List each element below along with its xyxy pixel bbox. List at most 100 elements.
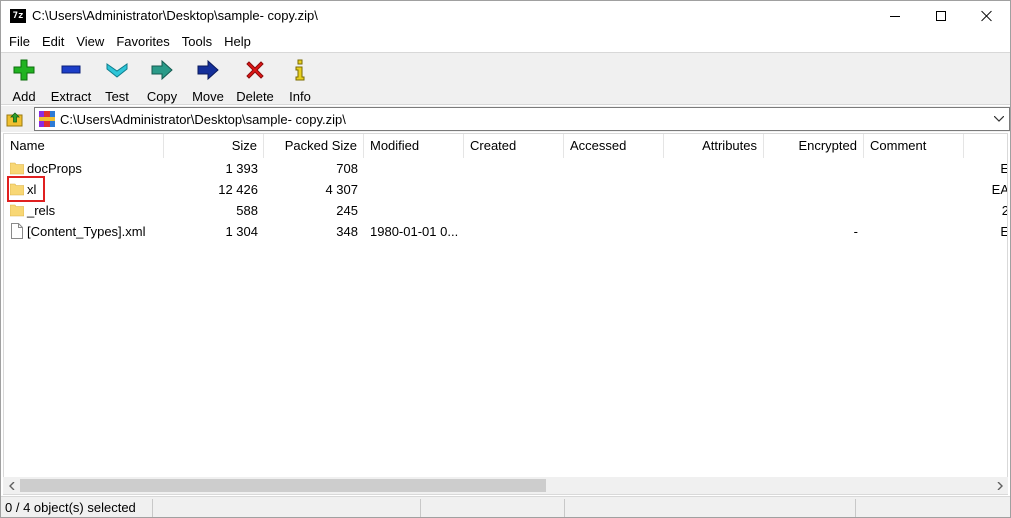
column-header-packed-size[interactable]: Packed Size xyxy=(264,134,364,158)
test-label: Test xyxy=(105,89,129,104)
move-button[interactable]: Move xyxy=(190,56,226,104)
status-bar: 0 / 4 object(s) selected xyxy=(1,496,1010,517)
info-label: Info xyxy=(289,89,311,104)
file-encrypted xyxy=(764,200,864,221)
address-path: C:\Users\Administrator\Desktop\sample- c… xyxy=(60,111,346,127)
minus-icon xyxy=(59,58,83,82)
column-header-size[interactable]: Size xyxy=(164,134,264,158)
column-header-comment[interactable]: Comment xyxy=(864,134,964,158)
info-icon xyxy=(288,58,312,82)
folder-icon xyxy=(10,183,24,196)
address-bar[interactable]: C:\Users\Administrator\Desktop\sample- c… xyxy=(34,107,1010,131)
archive-icon xyxy=(39,111,55,127)
address-dropdown-button[interactable] xyxy=(992,112,1006,126)
file-size: 588 xyxy=(236,203,258,218)
scroll-right-button[interactable] xyxy=(991,477,1008,494)
info-button[interactable]: Info xyxy=(287,56,313,104)
table-row[interactable]: docProps 1 393 708 E xyxy=(4,158,1007,179)
column-header-name[interactable]: Name xyxy=(4,134,164,158)
menu-file[interactable]: File xyxy=(3,31,36,52)
file-name: _rels xyxy=(27,203,56,218)
file-packed-size: 245 xyxy=(336,203,358,218)
file-modified xyxy=(364,200,464,221)
copy-label: Copy xyxy=(146,89,178,104)
extract-label: Extract xyxy=(50,89,92,104)
file-modified: 1980-01-01 0... xyxy=(370,224,459,239)
copy-button[interactable]: Copy xyxy=(145,56,179,104)
chevron-left-icon xyxy=(8,481,14,490)
move-arrow-icon xyxy=(196,58,220,82)
menu-edit[interactable]: Edit xyxy=(36,31,70,52)
column-header-encrypted[interactable]: Encrypted xyxy=(764,134,864,158)
test-button[interactable]: Test xyxy=(101,56,133,104)
status-divider xyxy=(855,499,856,517)
column-header-created[interactable]: Created xyxy=(464,134,564,158)
status-text: 0 / 4 object(s) selected xyxy=(5,500,136,515)
table-row[interactable]: [Content_Types].xml 1 304 348 1980-01-01… xyxy=(4,221,1007,242)
table-row[interactable]: _rels 588 245 2 xyxy=(4,200,1007,221)
add-label: Add xyxy=(12,89,36,104)
check-chevron-icon xyxy=(105,58,129,82)
file-encrypted xyxy=(764,158,864,179)
column-header-attributes[interactable]: Attributes xyxy=(664,134,764,158)
file-encrypted: - xyxy=(853,224,858,239)
file-icon xyxy=(11,223,23,239)
column-header-overflow[interactable] xyxy=(964,134,1007,158)
file-name: [Content_Types].xml xyxy=(27,224,146,239)
app-window: 7z C:\Users\Administrator\Desktop\sample… xyxy=(0,0,1011,518)
column-header-modified[interactable]: Modified xyxy=(364,134,464,158)
file-overflow-value: E xyxy=(980,221,1007,242)
menu-view[interactable]: View xyxy=(70,31,110,52)
move-label: Move xyxy=(192,89,224,104)
extract-button[interactable]: Extract xyxy=(48,56,94,104)
menu-favorites[interactable]: Favorites xyxy=(110,31,175,52)
table-row[interactable]: xl 12 426 4 307 EA xyxy=(4,179,1008,200)
file-modified xyxy=(364,158,464,179)
file-name: docProps xyxy=(27,161,82,176)
file-overflow-value: 2 xyxy=(980,200,1007,221)
file-encrypted xyxy=(764,179,864,200)
horizontal-scrollbar[interactable] xyxy=(3,477,1008,494)
file-size: 1 393 xyxy=(225,161,258,176)
scroll-left-button[interactable] xyxy=(3,477,20,494)
plus-icon xyxy=(12,58,36,82)
minimize-button[interactable] xyxy=(872,1,918,31)
menu-tools[interactable]: Tools xyxy=(176,31,218,52)
file-list[interactable]: Name Size Packed Size Modified Created A… xyxy=(3,133,1008,495)
file-size: 1 304 xyxy=(225,224,258,239)
copy-arrow-icon xyxy=(150,58,174,82)
file-name: xl xyxy=(27,182,37,197)
delete-button[interactable]: Delete xyxy=(234,56,276,104)
address-row: C:\Users\Administrator\Desktop\sample- c… xyxy=(1,106,1010,132)
close-button[interactable] xyxy=(964,1,1010,31)
status-divider xyxy=(564,499,565,517)
toolbar: Add Extract Test Copy Move Delete Info xyxy=(1,52,1010,105)
title-bar: 7z C:\Users\Administrator\Desktop\sample… xyxy=(1,1,1010,31)
file-size: 12 426 xyxy=(218,182,258,197)
file-modified xyxy=(364,179,464,200)
file-packed-size: 4 307 xyxy=(325,182,358,197)
folder-icon xyxy=(10,162,24,175)
add-button[interactable]: Add xyxy=(9,56,39,104)
maximize-button[interactable] xyxy=(918,1,964,31)
scrollbar-thumb[interactable] xyxy=(20,479,546,492)
maximize-icon xyxy=(936,11,946,21)
file-overflow-value: EA xyxy=(991,182,1008,197)
delete-label: Delete xyxy=(236,89,274,104)
file-overflow-value: E xyxy=(980,158,1007,179)
file-packed-size: 708 xyxy=(336,161,358,176)
chevron-down-icon xyxy=(994,116,1004,122)
folder-up-icon xyxy=(6,112,23,127)
file-packed-size: 348 xyxy=(336,224,358,239)
app-7zip-icon: 7z xyxy=(10,9,26,23)
folder-up-button[interactable] xyxy=(4,108,26,130)
menu-help[interactable]: Help xyxy=(218,31,257,52)
window-title: C:\Users\Administrator\Desktop\sample- c… xyxy=(32,8,318,23)
column-header-accessed[interactable]: Accessed xyxy=(564,134,664,158)
close-icon xyxy=(981,10,993,22)
status-divider xyxy=(152,499,153,517)
minimize-icon xyxy=(890,15,900,17)
chevron-right-icon xyxy=(997,481,1003,490)
folder-icon xyxy=(10,204,24,217)
status-divider xyxy=(420,499,421,517)
